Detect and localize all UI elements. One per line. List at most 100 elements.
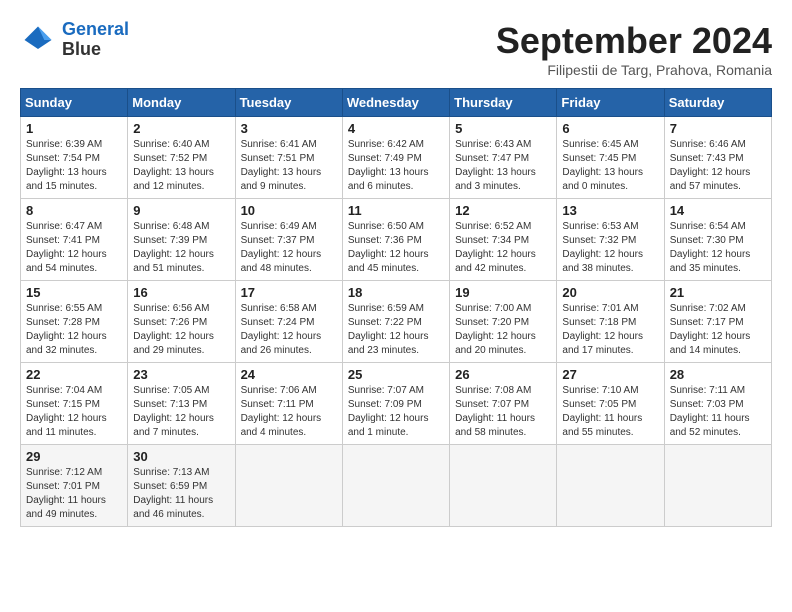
- table-row: 12Sunrise: 6:52 AMSunset: 7:34 PMDayligh…: [450, 199, 557, 281]
- day-number: 24: [241, 367, 337, 382]
- day-number: 26: [455, 367, 551, 382]
- day-number: 9: [133, 203, 229, 218]
- table-row: 15 Sunrise: 6:55 AMSunset: 7:28 PMDayligh…: [21, 281, 128, 363]
- day-number: 25: [348, 367, 444, 382]
- table-row: 24 Sunrise: 7:06 AMSunset: 7:11 PMDayligh…: [235, 363, 342, 445]
- day-number: 21: [670, 285, 766, 300]
- day-number: 30: [133, 449, 229, 464]
- table-row: [450, 445, 557, 527]
- table-row: 13 Sunrise: 6:53 AMSunset: 7:32 PMDayligh…: [557, 199, 664, 281]
- table-row: 29 Sunrise: 7:12 AMSunset: 7:01 PMDayligh…: [21, 445, 128, 527]
- table-row: 27 Sunrise: 7:10 AMSunset: 7:05 PMDayligh…: [557, 363, 664, 445]
- table-row: 30 Sunrise: 7:13 AMSunset: 6:59 PMDayligh…: [128, 445, 235, 527]
- table-row: [235, 445, 342, 527]
- day-number: 16: [133, 285, 229, 300]
- calendar-table: Sunday Monday Tuesday Wednesday Thursday…: [20, 88, 772, 527]
- table-row: 23 Sunrise: 7:05 AMSunset: 7:13 PMDayligh…: [128, 363, 235, 445]
- table-row: 25 Sunrise: 7:07 AMSunset: 7:09 PMDayligh…: [342, 363, 449, 445]
- day-number: 13: [562, 203, 658, 218]
- day-number: 8: [26, 203, 122, 218]
- day-number: 4: [348, 121, 444, 136]
- calendar-week-row: 22 Sunrise: 7:04 AMSunset: 7:15 PMDayligh…: [21, 363, 772, 445]
- col-friday: Friday: [557, 89, 664, 117]
- table-row: 10 Sunrise: 6:49 AMSunset: 7:37 PMDayligh…: [235, 199, 342, 281]
- day-number: 12: [455, 203, 551, 218]
- table-row: 6 Sunrise: 6:45 AMSunset: 7:45 PMDaylight…: [557, 117, 664, 199]
- calendar-week-row: 29 Sunrise: 7:12 AMSunset: 7:01 PMDayligh…: [21, 445, 772, 527]
- table-row: [664, 445, 771, 527]
- day-number: 7: [670, 121, 766, 136]
- day-number: 6: [562, 121, 658, 136]
- table-row: 7 Sunrise: 6:46 AMSunset: 7:43 PMDaylight…: [664, 117, 771, 199]
- day-info: Sunrise: 6:41 AMSunset: 7:51 PMDaylight:…: [241, 138, 337, 194]
- day-info: Sunrise: 6:59 AMSunset: 7:22 PMDaylight:…: [348, 302, 444, 358]
- day-number: 18: [348, 285, 444, 300]
- col-sunday: Sunday: [21, 89, 128, 117]
- day-info: Sunrise: 7:05 AMSunset: 7:13 PMDaylight:…: [133, 384, 229, 440]
- day-number: 22: [26, 367, 122, 382]
- day-info: Sunrise: 6:55 AMSunset: 7:28 PMDaylight:…: [26, 302, 122, 358]
- day-info: Sunrise: 6:47 AMSunset: 7:41 PMDaylight:…: [26, 220, 122, 276]
- day-info: Sunrise: 7:07 AMSunset: 7:09 PMDaylight:…: [348, 384, 444, 440]
- table-row: [342, 445, 449, 527]
- table-row: 4 Sunrise: 6:42 AMSunset: 7:49 PMDaylight…: [342, 117, 449, 199]
- day-info: Sunrise: 7:12 AMSunset: 7:01 PMDaylight:…: [26, 466, 122, 522]
- day-info: Sunrise: 6:53 AMSunset: 7:32 PMDaylight:…: [562, 220, 658, 276]
- day-info: Sunrise: 7:06 AMSunset: 7:11 PMDaylight:…: [241, 384, 337, 440]
- table-row: 14Sunrise: 6:54 AMSunset: 7:30 PMDayligh…: [664, 199, 771, 281]
- day-number: 27: [562, 367, 658, 382]
- day-number: 10: [241, 203, 337, 218]
- day-info: Sunrise: 6:42 AMSunset: 7:49 PMDaylight:…: [348, 138, 444, 194]
- calendar-header-row: Sunday Monday Tuesday Wednesday Thursday…: [21, 89, 772, 117]
- day-number: 3: [241, 121, 337, 136]
- day-number: 29: [26, 449, 122, 464]
- table-row: 9Sunrise: 6:48 AMSunset: 7:39 PMDaylight…: [128, 199, 235, 281]
- day-info: Sunrise: 7:11 AMSunset: 7:03 PMDaylight:…: [670, 384, 766, 440]
- table-row: 17Sunrise: 6:58 AMSunset: 7:24 PMDayligh…: [235, 281, 342, 363]
- day-number: 5: [455, 121, 551, 136]
- day-info: Sunrise: 6:45 AMSunset: 7:45 PMDaylight:…: [562, 138, 658, 194]
- table-row: 11 Sunrise: 6:50 AMSunset: 7:36 PMDayligh…: [342, 199, 449, 281]
- page-header: General Blue September 2024 Filipestii d…: [20, 20, 772, 78]
- calendar-week-row: 8 Sunrise: 6:47 AMSunset: 7:41 PMDaylight…: [21, 199, 772, 281]
- table-row: 22 Sunrise: 7:04 AMSunset: 7:15 PMDayligh…: [21, 363, 128, 445]
- day-number: 28: [670, 367, 766, 382]
- calendar-week-row: 15 Sunrise: 6:55 AMSunset: 7:28 PMDayligh…: [21, 281, 772, 363]
- logo-icon: [20, 22, 56, 58]
- day-info: Sunrise: 6:40 AMSunset: 7:52 PMDaylight:…: [133, 138, 229, 194]
- day-number: 14: [670, 203, 766, 218]
- table-row: 21Sunrise: 7:02 AMSunset: 7:17 PMDayligh…: [664, 281, 771, 363]
- day-number: 11: [348, 203, 444, 218]
- day-number: 15: [26, 285, 122, 300]
- col-tuesday: Tuesday: [235, 89, 342, 117]
- day-info: Sunrise: 6:46 AMSunset: 7:43 PMDaylight:…: [670, 138, 766, 194]
- table-row: [557, 445, 664, 527]
- day-info: Sunrise: 7:01 AMSunset: 7:18 PMDaylight:…: [562, 302, 658, 358]
- day-number: 1: [26, 121, 122, 136]
- col-saturday: Saturday: [664, 89, 771, 117]
- logo-text: General Blue: [62, 20, 129, 60]
- day-number: 19: [455, 285, 551, 300]
- col-thursday: Thursday: [450, 89, 557, 117]
- day-info: Sunrise: 7:10 AMSunset: 7:05 PMDaylight:…: [562, 384, 658, 440]
- day-info: Sunrise: 6:50 AMSunset: 7:36 PMDaylight:…: [348, 220, 444, 276]
- col-wednesday: Wednesday: [342, 89, 449, 117]
- day-info: Sunrise: 6:39 AMSunset: 7:54 PMDaylight:…: [26, 138, 122, 194]
- table-row: 28 Sunrise: 7:11 AMSunset: 7:03 PMDayligh…: [664, 363, 771, 445]
- day-info: Sunrise: 7:08 AMSunset: 7:07 PMDaylight:…: [455, 384, 551, 440]
- day-info: Sunrise: 6:56 AMSunset: 7:26 PMDaylight:…: [133, 302, 229, 358]
- calendar-week-row: 1 Sunrise: 6:39 AMSunset: 7:54 PMDaylight…: [21, 117, 772, 199]
- day-number: 17: [241, 285, 337, 300]
- table-row: 20 Sunrise: 7:01 AMSunset: 7:18 PMDayligh…: [557, 281, 664, 363]
- day-info: Sunrise: 7:13 AMSunset: 6:59 PMDaylight:…: [133, 466, 229, 522]
- day-info: Sunrise: 7:04 AMSunset: 7:15 PMDaylight:…: [26, 384, 122, 440]
- day-number: 23: [133, 367, 229, 382]
- title-area: September 2024 Filipestii de Targ, Praho…: [496, 20, 772, 78]
- location-subtitle: Filipestii de Targ, Prahova, Romania: [496, 62, 772, 78]
- table-row: 16 Sunrise: 6:56 AMSunset: 7:26 PMDayligh…: [128, 281, 235, 363]
- day-info: Sunrise: 6:49 AMSunset: 7:37 PMDaylight:…: [241, 220, 337, 276]
- day-number: 20: [562, 285, 658, 300]
- logo: General Blue: [20, 20, 129, 60]
- day-info: Sunrise: 6:43 AMSunset: 7:47 PMDaylight:…: [455, 138, 551, 194]
- table-row: 5 Sunrise: 6:43 AMSunset: 7:47 PMDaylight…: [450, 117, 557, 199]
